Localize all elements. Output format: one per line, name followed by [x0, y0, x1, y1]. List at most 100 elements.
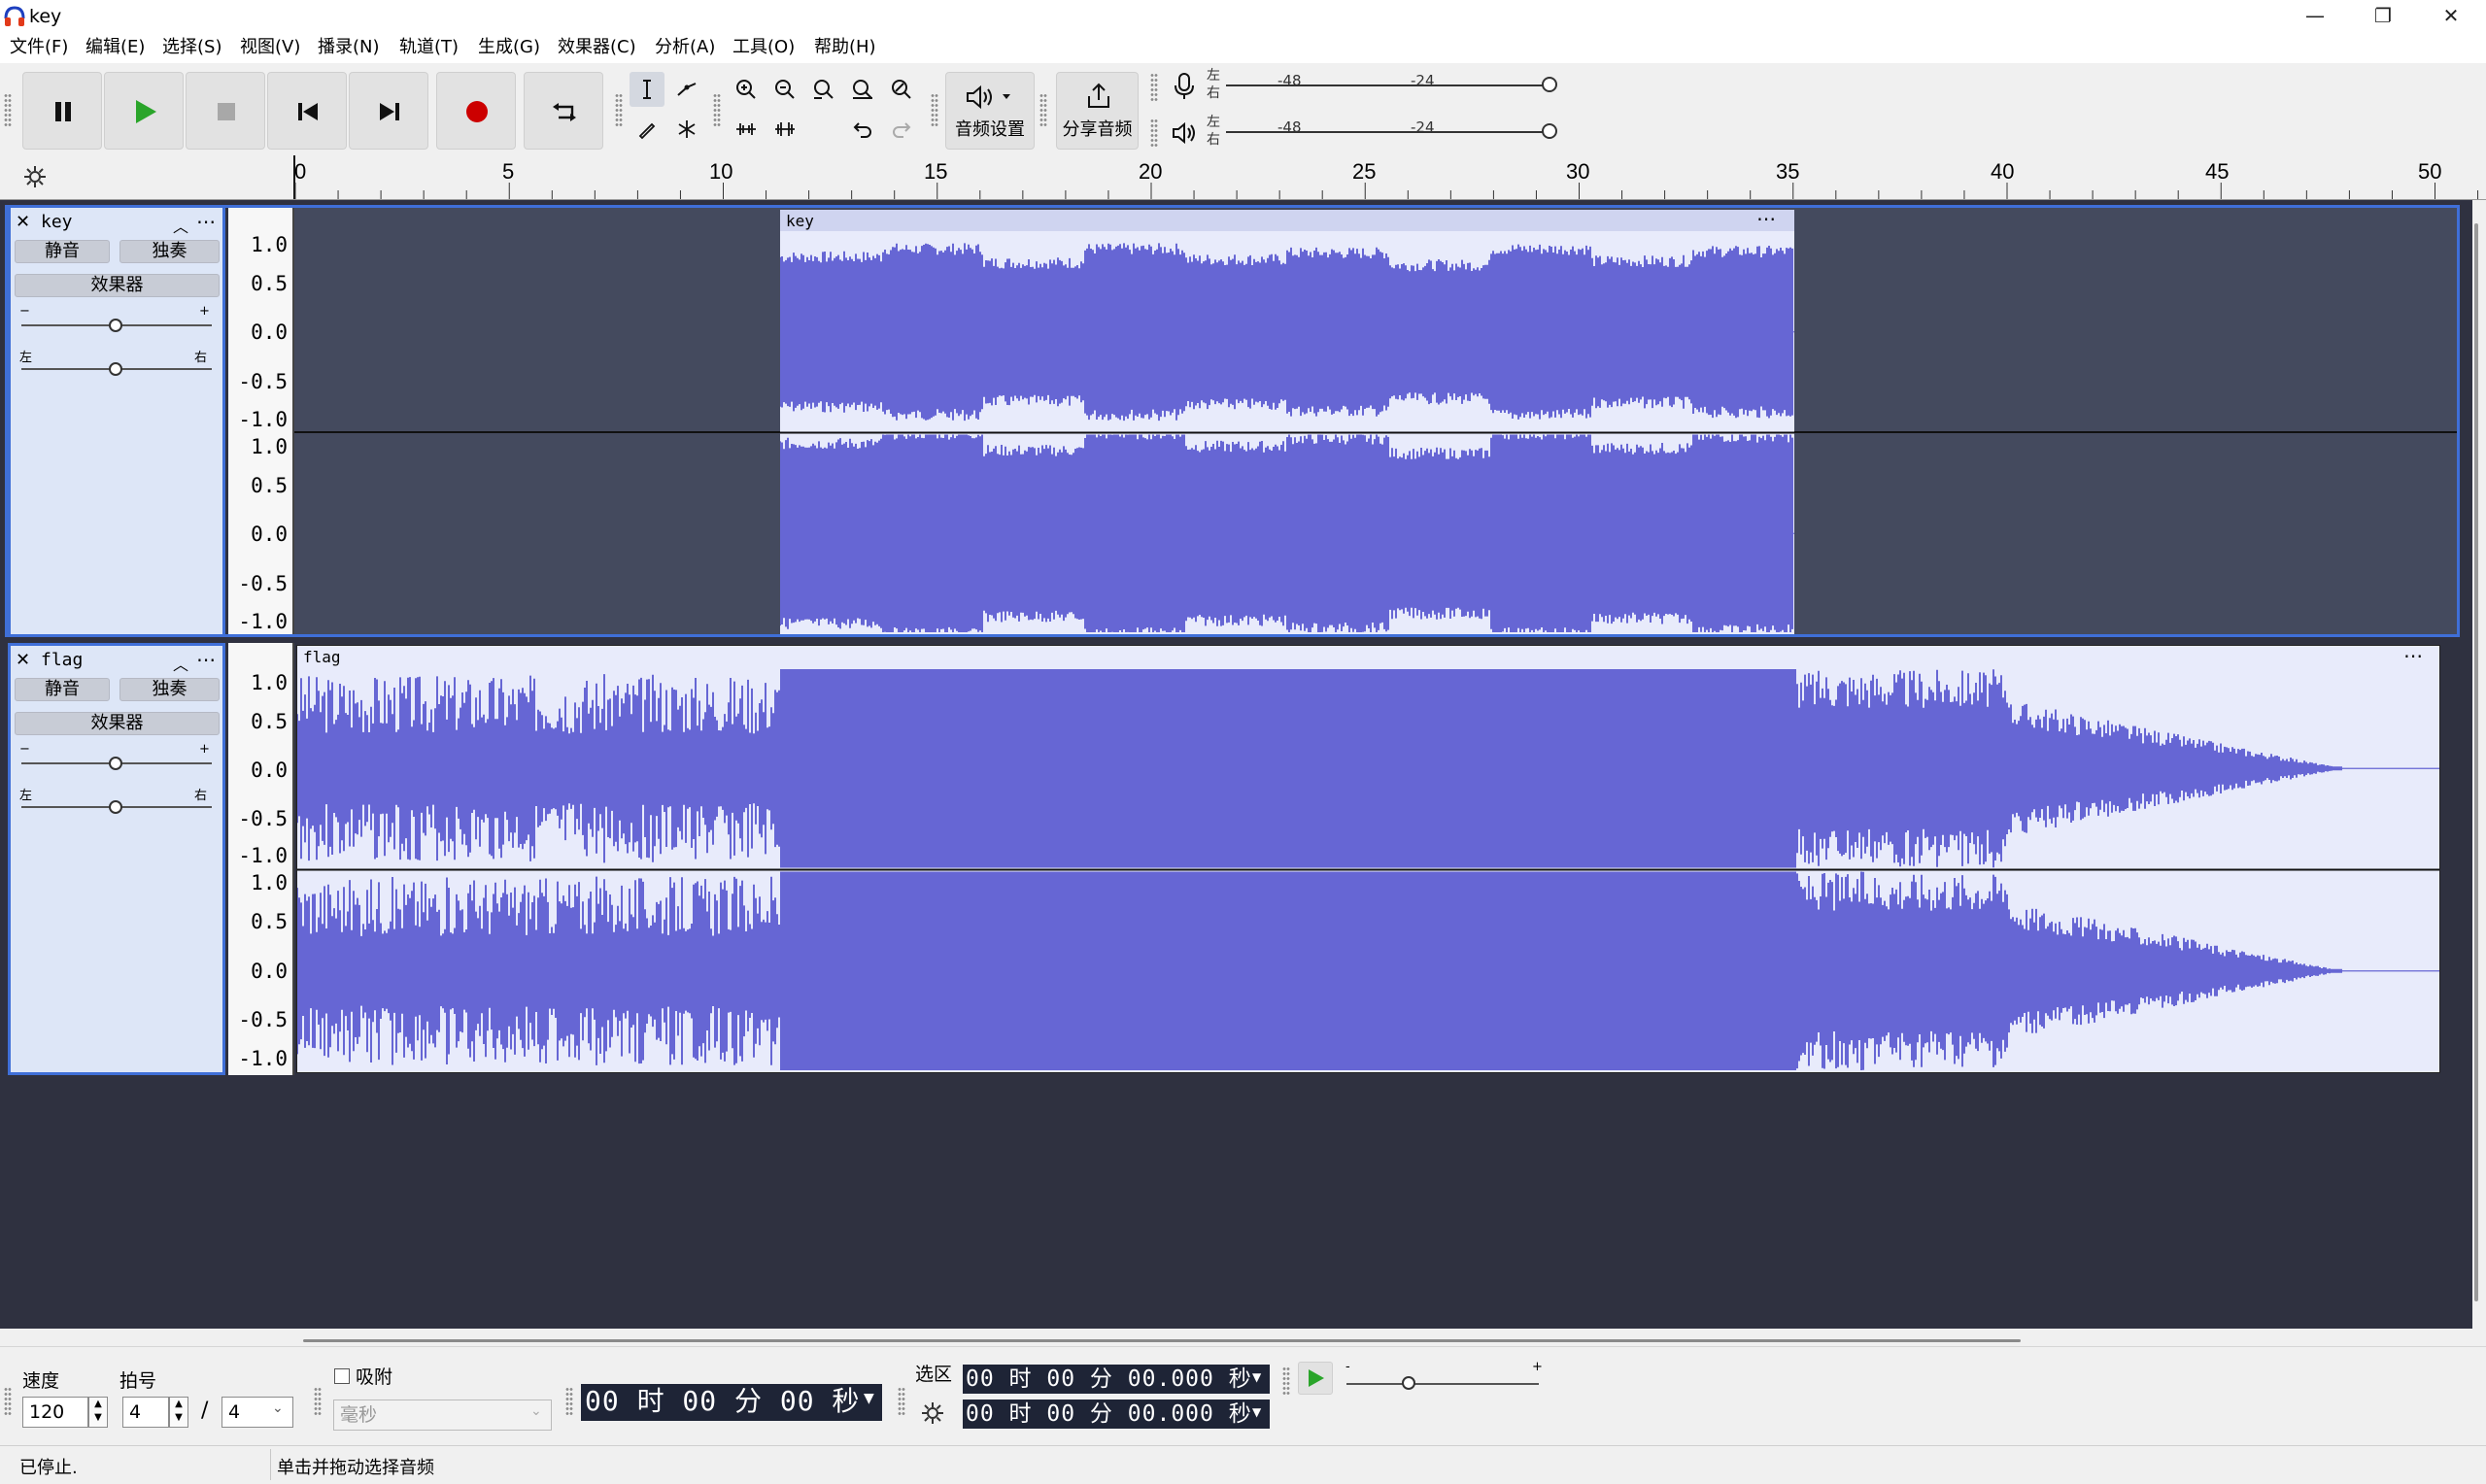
amp-label: -0.5 — [238, 370, 288, 393]
amp-label: -1.0 — [238, 408, 288, 431]
amp-label: 0.5 — [251, 910, 288, 933]
time-signature-label: 拍号 — [119, 1370, 157, 1392]
clip-title[interactable]: flag — [303, 649, 341, 666]
ruler-label: 50 — [2418, 159, 2442, 184]
toolbar-grip[interactable] — [898, 1387, 905, 1416]
mute-button[interactable]: 静音 — [15, 678, 110, 701]
ruler-label: 0 — [294, 159, 307, 184]
selection-start-time[interactable]: 00 时 00 分 00.000 秒 — [963, 1365, 1270, 1394]
ruler-label: 35 — [1776, 159, 1800, 184]
pan-slider-thumb[interactable] — [109, 362, 122, 376]
collapse-track-icon[interactable]: ︿ — [173, 652, 188, 675]
track-menu-icon[interactable]: ⋯ — [196, 210, 216, 233]
clip-header[interactable] — [780, 210, 1794, 231]
ruler-label: 45 — [2205, 159, 2230, 184]
effects-button[interactable]: 效果器 — [15, 274, 220, 297]
gear-icon — [922, 1402, 943, 1424]
amp-label: 1.0 — [251, 671, 288, 694]
track-control-panel-key[interactable] — [8, 205, 225, 637]
snap-label: 吸附 — [356, 1366, 393, 1388]
toolbar-grip[interactable] — [314, 1387, 322, 1416]
ruler-label: 25 — [1352, 159, 1377, 184]
pan-left-label: 左 — [19, 789, 33, 803]
horizontal-scrollbar-thumb[interactable] — [303, 1339, 2021, 1342]
track-close-icon[interactable]: ✕ — [16, 650, 35, 670]
vertical-scrollbar-thumb[interactable] — [2474, 223, 2478, 1301]
clip-menu-icon[interactable]: ⋯ — [1756, 207, 1776, 230]
track-close-icon[interactable]: ✕ — [16, 212, 35, 232]
toolbar-grip[interactable] — [4, 1387, 12, 1416]
speed-minus-label: - — [1345, 1360, 1350, 1374]
clip-header[interactable] — [297, 646, 2439, 667]
gain-slider-thumb[interactable] — [109, 319, 122, 332]
tempo-label: 速度 — [22, 1370, 60, 1392]
time-signature-numerator[interactable]: 4 — [122, 1397, 169, 1428]
collapse-track-icon[interactable]: ︿ — [173, 214, 188, 237]
status-divider — [270, 1449, 271, 1480]
pan-left-label: 左 — [19, 351, 33, 365]
amp-label: -1.0 — [238, 1047, 288, 1070]
amp-label: 1.0 — [251, 435, 288, 458]
amp-label: -0.5 — [238, 807, 288, 830]
track-name[interactable]: flag — [41, 650, 83, 670]
ruler-label: 40 — [1991, 159, 2015, 184]
selection-end-dropdown-icon[interactable]: ▼ — [1252, 1405, 1261, 1419]
time-display-dropdown-icon[interactable]: ▼ — [864, 1391, 874, 1406]
mute-button[interactable]: 静音 — [15, 240, 110, 263]
waveform-flag[interactable] — [297, 667, 2439, 1072]
gain-minus-label: − — [19, 742, 30, 757]
snap-checkbox[interactable] — [334, 1368, 350, 1384]
amp-label: -0.5 — [238, 1008, 288, 1031]
waveform-key[interactable] — [780, 231, 1794, 634]
amp-label: 1.0 — [251, 871, 288, 894]
gain-slider-thumb[interactable] — [109, 757, 122, 770]
ruler-label: 15 — [924, 159, 948, 184]
pan-slider-thumb[interactable] — [109, 800, 122, 814]
clip-title[interactable]: key — [786, 213, 814, 230]
amp-label: -1.0 — [238, 610, 288, 633]
effects-button[interactable]: 效果器 — [15, 712, 220, 735]
pan-right-label: 右 — [194, 789, 208, 803]
solo-button[interactable]: 独奏 — [119, 240, 220, 263]
amp-label: -1.0 — [238, 844, 288, 867]
play-icon — [1309, 1369, 1324, 1387]
gain-plus-label: + — [199, 304, 210, 319]
selection-end-time[interactable]: 00 时 00 分 00.000 秒 — [963, 1400, 1270, 1429]
tempo-stepper[interactable]: ▲ ▼ — [88, 1397, 108, 1428]
pan-right-label: 右 — [194, 351, 208, 365]
amp-label: 0.0 — [251, 759, 288, 782]
ruler-label: 20 — [1139, 159, 1163, 184]
amp-label: 0.0 — [251, 320, 288, 344]
amp-label: 0.5 — [251, 272, 288, 295]
track-menu-icon[interactable]: ⋯ — [196, 648, 216, 671]
amp-label: 0.0 — [251, 523, 288, 546]
toolbar-grip[interactable] — [1282, 1366, 1290, 1396]
track-control-panel-flag[interactable] — [8, 643, 225, 1075]
tempo-input[interactable]: 120 — [22, 1397, 88, 1428]
solo-button[interactable]: 独奏 — [119, 678, 220, 701]
playback-speed-thumb[interactable] — [1402, 1376, 1415, 1390]
selection-label: 选区 — [915, 1364, 953, 1385]
track-name[interactable]: key — [41, 212, 73, 232]
clip-menu-icon[interactable]: ⋯ — [2403, 644, 2423, 667]
selection-options-button[interactable] — [919, 1400, 946, 1427]
amp-label: 0.5 — [251, 710, 288, 733]
time-signature-separator: / — [201, 1399, 209, 1423]
speed-plus-label: + — [1532, 1360, 1543, 1374]
ruler-label: 10 — [709, 159, 733, 184]
snap-unit-select[interactable]: 毫秒 — [333, 1400, 552, 1431]
play-at-speed-button[interactable] — [1298, 1362, 1333, 1395]
amp-label: 0.0 — [251, 960, 288, 983]
toolbar-grip[interactable] — [565, 1387, 573, 1416]
time-display[interactable]: 00 时 00 分 00 秒 — [581, 1384, 882, 1421]
playback-speed-slider[interactable] — [1346, 1383, 1539, 1385]
chevron-down-icon: ⌄ — [272, 1400, 284, 1416]
time-signature-stepper[interactable]: ▲ ▼ — [169, 1397, 188, 1428]
amp-label: 0.5 — [251, 474, 288, 497]
gain-plus-label: + — [199, 742, 210, 757]
ruler-label: 30 — [1566, 159, 1590, 184]
status-hint: 单击并拖动选择音频 — [277, 1458, 434, 1478]
ruler-label: 5 — [502, 159, 515, 184]
selection-start-dropdown-icon[interactable]: ▼ — [1252, 1370, 1261, 1384]
amp-label: -0.5 — [238, 572, 288, 595]
